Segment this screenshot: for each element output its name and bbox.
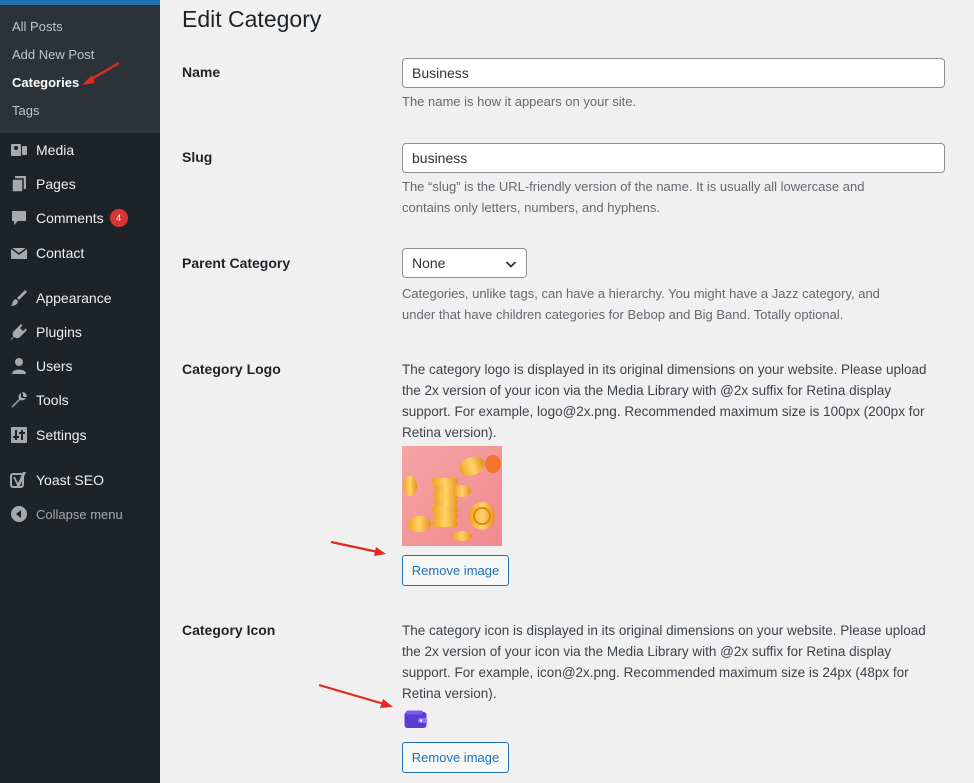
slug-description-line: The “slug” is the URL-friendly version o… (402, 179, 865, 194)
media-icon (9, 140, 29, 160)
menu-label: Media (36, 142, 75, 158)
menu-label: Collapse menu (36, 506, 123, 522)
parent-description-line: Categories, unlike tags, can have a hier… (402, 286, 880, 301)
collapse-icon (9, 504, 29, 524)
menu-label: Appearance (36, 290, 112, 306)
menu-label: Plugins (36, 324, 82, 340)
logo-description-line: support. For example, logo@2x.png. Recom… (402, 404, 925, 419)
plugins-icon (9, 322, 29, 342)
parent-category-selected-value: None (412, 255, 446, 271)
category-logo-description: The category logo is displayed in its or… (402, 359, 947, 443)
slug-description-line: contains only letters, numbers, and hyph… (402, 200, 660, 215)
icon-description-line: The category icon is displayed in its or… (402, 623, 926, 638)
wallet-icon (404, 710, 427, 729)
comments-icon (9, 208, 29, 228)
menu-label: Users (36, 358, 73, 374)
icon-description-line: the 2x version of your icon via the Medi… (402, 644, 892, 659)
parent-description-line: under that have children categories for … (402, 307, 844, 322)
submenu-item-categories[interactable]: Categories (12, 74, 79, 92)
menu-item-pages[interactable]: Pages (0, 167, 160, 201)
icon-description-line: Retina version). (402, 686, 497, 701)
remove-icon-button[interactable]: Remove image (402, 742, 509, 773)
menu-label: Settings (36, 427, 87, 443)
mail-icon (9, 243, 29, 263)
chevron-down-icon (505, 257, 517, 273)
menu-label: Pages (36, 176, 76, 192)
menu-item-plugins[interactable]: Plugins (0, 315, 160, 349)
annotation-arrow-icon (82, 62, 120, 85)
category-icon-description: The category icon is displayed in its or… (402, 620, 947, 704)
menu-item-settings[interactable]: Settings (0, 418, 160, 452)
menu-item-users[interactable]: Users (0, 349, 160, 383)
settings-icon (9, 425, 29, 445)
parent-category-label: Parent Category (182, 255, 291, 271)
menu-label: Contact (36, 245, 85, 261)
parent-category-description: Categories, unlike tags, can have a hier… (402, 283, 947, 325)
menu-label: Tools (36, 392, 69, 408)
category-logo-image (402, 446, 502, 546)
menu-item-media[interactable]: Media (0, 133, 160, 167)
pages-icon (9, 174, 29, 194)
submenu-item-all-posts[interactable]: All Posts (12, 18, 63, 36)
menu-item-appearance[interactable]: Appearance (0, 281, 160, 315)
paintbrush-icon (9, 288, 29, 308)
menu-item-tools[interactable]: Tools (0, 383, 160, 417)
category-icon-label: Category Icon (182, 622, 276, 638)
slug-description: The “slug” is the URL-friendly version o… (402, 176, 947, 218)
admin-sidebar: All Posts Add New Post Categories Tags M… (0, 0, 160, 783)
name-label: Name (182, 64, 221, 80)
menu-label: Comments (36, 210, 104, 226)
name-description: The name is how it appears on your site. (402, 94, 637, 109)
page-title: Edit Category (182, 6, 322, 32)
yoast-icon (9, 470, 29, 490)
category-logo-label: Category Logo (182, 361, 281, 377)
slug-input[interactable] (402, 143, 945, 173)
logo-description-line: The category logo is displayed in its or… (402, 362, 927, 377)
comments-count-badge: 4 (109, 209, 128, 227)
name-input[interactable] (402, 58, 945, 88)
parent-category-select[interactable]: None (402, 248, 527, 278)
annotation-arrow-icon (330, 540, 386, 556)
slug-label: Slug (182, 149, 213, 165)
icon-description-line: support. For example, icon@2x.png. Recom… (402, 665, 909, 680)
menu-item-contact[interactable]: Contact (0, 236, 160, 270)
wrench-icon (9, 390, 29, 410)
menu-item-comments[interactable]: Comments 4 (0, 201, 160, 235)
logo-description-line: the 2x version of your icon via the Medi… (402, 383, 892, 398)
remove-logo-button[interactable]: Remove image (402, 555, 509, 586)
users-icon (9, 356, 29, 376)
submenu-item-tags[interactable]: Tags (12, 102, 39, 120)
logo-description-line: Retina version). (402, 425, 497, 440)
annotation-arrow-icon (318, 683, 393, 708)
menu-label: Yoast SEO (36, 472, 104, 488)
collapse-menu-button[interactable]: Collapse menu (0, 497, 160, 531)
menu-item-yoast-seo[interactable]: Yoast SEO (0, 463, 160, 497)
